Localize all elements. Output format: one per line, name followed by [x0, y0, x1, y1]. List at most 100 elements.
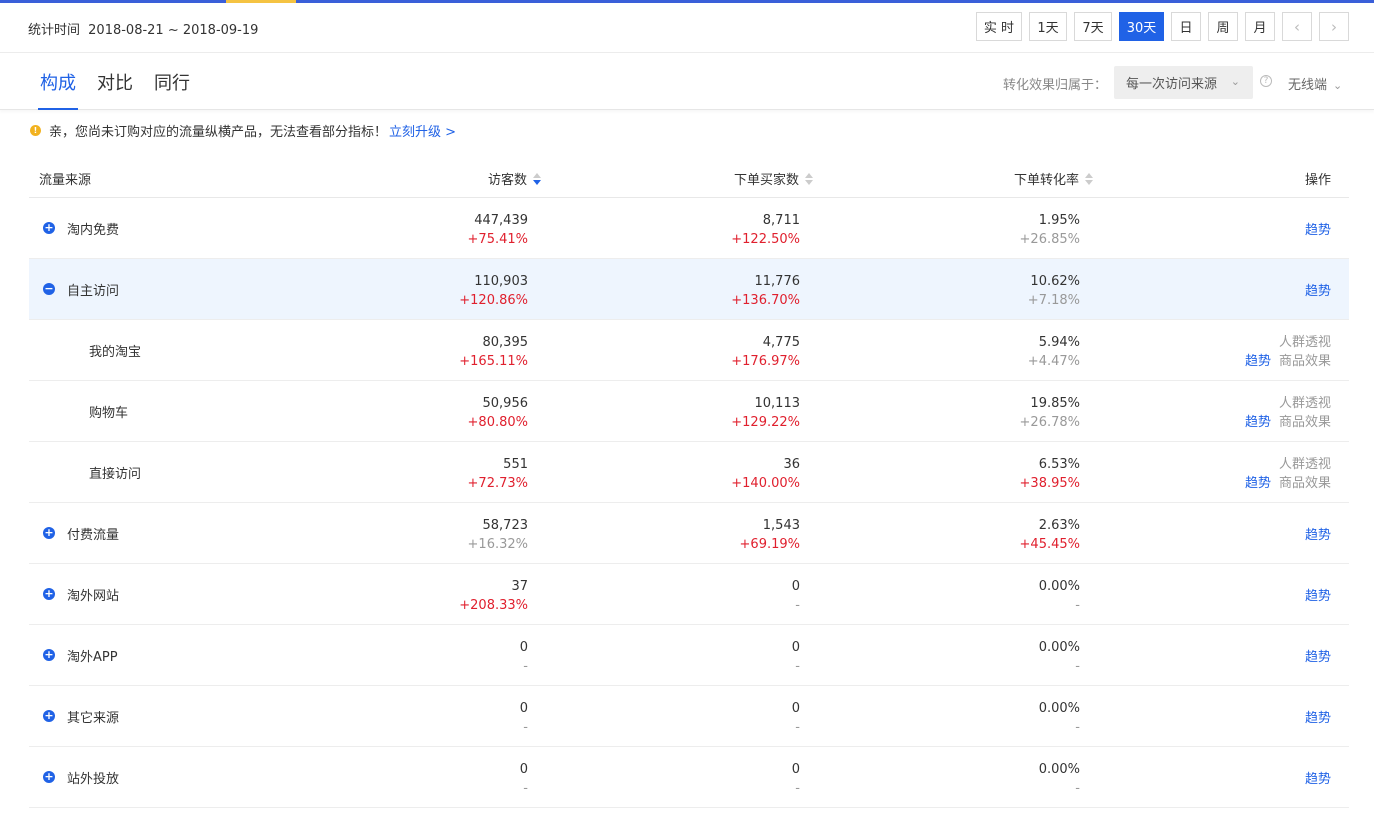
- buyers-change: +136.70%: [731, 293, 800, 308]
- expand-plus-icon[interactable]: +: [43, 222, 55, 234]
- trend-link[interactable]: 趋势: [1305, 772, 1331, 787]
- table-header: 流量来源 访客数 下单买家数 下单转化率 操作: [29, 157, 1349, 198]
- expand-plus-icon[interactable]: +: [43, 649, 55, 661]
- range-button-7day[interactable]: 7天: [1074, 12, 1112, 41]
- warning-icon: !: [30, 125, 41, 136]
- tab-peers[interactable]: 同行: [154, 69, 190, 110]
- question-circle-icon[interactable]: ?: [1260, 75, 1272, 87]
- visitors-change: +120.86%: [459, 293, 528, 308]
- row-actions: 趋势: [1305, 219, 1331, 238]
- visitors-value: 110,903: [474, 274, 528, 289]
- upgrade-link[interactable]: 立刻升级 >: [389, 121, 456, 140]
- source-name: 付费流量: [67, 528, 120, 543]
- product-effect-action[interactable]: 商品效果: [1279, 415, 1331, 430]
- expand-plus-icon[interactable]: +: [43, 710, 55, 722]
- column-header-source: 流量来源: [39, 173, 92, 188]
- source-name: 站外投放: [67, 772, 120, 787]
- rate-value: 10.62%: [1030, 274, 1080, 289]
- period-label: 统计时间: [28, 23, 81, 38]
- device-select[interactable]: 无线端 ⌄: [1288, 74, 1342, 93]
- expand-plus-icon[interactable]: +: [43, 588, 55, 600]
- expand-plus-icon[interactable]: +: [43, 527, 55, 539]
- buyers-value: 36: [783, 457, 800, 472]
- range-button-day[interactable]: 日: [1171, 12, 1201, 41]
- column-header-actions: 操作: [1304, 173, 1331, 188]
- attribution-select[interactable]: 每一次访问来源 ⌄: [1114, 66, 1253, 99]
- crowd-insight-action[interactable]: 人群透视: [1245, 333, 1331, 352]
- row-actions: 趋势: [1305, 585, 1331, 604]
- buyers-cell: 4,775 +176.97%: [731, 333, 800, 371]
- buyers-change: -: [795, 720, 800, 735]
- expand-plus-icon[interactable]: +: [43, 771, 55, 783]
- visitors-change: +165.11%: [459, 354, 528, 369]
- row-actions: 趋势: [1305, 768, 1331, 787]
- source-name: 直接访问: [89, 467, 142, 482]
- visitors-cell: 447,439 +75.41%: [468, 211, 528, 249]
- sort-icon[interactable]: [805, 173, 813, 185]
- range-button-realtime[interactable]: 实 时: [976, 12, 1022, 41]
- column-header-buyers-label: 下单买家数: [733, 173, 799, 188]
- collapse-minus-icon[interactable]: −: [43, 283, 55, 295]
- table-row: 直接访问 551 +72.73% 36 +140.00% 6.53% +38.95% 人群透视…: [29, 442, 1349, 503]
- range-button-month[interactable]: 月: [1245, 12, 1275, 41]
- visitors-cell: 50,956 +80.80%: [468, 394, 528, 432]
- buyers-value: 8,711: [762, 213, 800, 228]
- visitors-cell: 110,903 +120.86%: [459, 272, 528, 310]
- trend-link[interactable]: 趋势: [1305, 650, 1331, 665]
- column-header-rate[interactable]: 下单转化率: [1014, 169, 1093, 188]
- visitors-value: 80,395: [482, 335, 529, 350]
- table-body: + 淘内免费 447,439 +75.41% 8,711 +122.50% 1.95% +26…: [29, 198, 1349, 808]
- trend-link[interactable]: 趋势: [1305, 223, 1331, 238]
- visitors-value: 0: [519, 762, 528, 777]
- crowd-insight-action[interactable]: 人群透视: [1245, 394, 1331, 413]
- period-value: 2018-08-21 ~ 2018-09-19: [88, 23, 259, 38]
- trend-link[interactable]: 趋势: [1305, 711, 1331, 726]
- tab-compare[interactable]: 对比: [97, 69, 133, 110]
- sort-desc-icon[interactable]: [533, 173, 541, 185]
- rate-change: -: [1075, 781, 1080, 796]
- trend-link[interactable]: 趋势: [1305, 528, 1331, 543]
- table-row: + 付费流量 58,723 +16.32% 1,543 +69.19% 2.63% +45.4…: [29, 503, 1349, 564]
- buyers-cell: 0-: [792, 638, 800, 676]
- range-button-week[interactable]: 周: [1208, 12, 1238, 41]
- column-header-visitors[interactable]: 访客数: [488, 169, 541, 188]
- attribution-label: 转化效果归属于：: [1003, 78, 1108, 93]
- buyers-value: 0: [791, 579, 800, 594]
- buyers-cell: 0-: [792, 699, 800, 737]
- next-period-button[interactable]: ›: [1319, 12, 1349, 41]
- rate-cell: 5.94% +4.47%: [1028, 333, 1080, 371]
- range-button-1day[interactable]: 1天: [1029, 12, 1067, 41]
- column-header-buyers[interactable]: 下单买家数: [734, 169, 813, 188]
- buyers-value: 0: [791, 701, 800, 716]
- column-header-visitors-label: 访客数: [487, 173, 527, 188]
- row-actions: 趋势: [1305, 707, 1331, 726]
- product-effect-action[interactable]: 商品效果: [1279, 476, 1331, 491]
- trend-link[interactable]: 趋势: [1305, 589, 1331, 604]
- buyers-change: -: [795, 598, 800, 613]
- buyers-change: +140.00%: [731, 476, 800, 491]
- rate-cell: 0.00% -: [1039, 699, 1080, 737]
- prev-period-button[interactable]: ‹: [1282, 12, 1312, 41]
- visitors-cell: 0-: [520, 699, 528, 737]
- trend-link[interactable]: 趋势: [1245, 415, 1271, 430]
- trend-link[interactable]: 趋势: [1245, 476, 1271, 491]
- table-row: + 淘外APP 0-0-0.00% - 趋势: [29, 625, 1349, 686]
- rate-change: +7.18%: [1027, 293, 1080, 308]
- buyers-change: -: [795, 659, 800, 674]
- period-display: 统计时间 2018-08-21 ~ 2018-09-19: [28, 19, 262, 38]
- source-name: 淘内免费: [67, 223, 120, 238]
- rate-change: +26.85%: [1019, 232, 1080, 247]
- visitors-cell: 80,395 +165.11%: [459, 333, 528, 371]
- visitors-cell: 0-: [520, 638, 528, 676]
- tab-composition[interactable]: 构成: [38, 69, 78, 110]
- product-effect-action[interactable]: 商品效果: [1279, 354, 1331, 369]
- visitors-change: +80.80%: [467, 415, 528, 430]
- range-button-30day[interactable]: 30天: [1119, 12, 1164, 41]
- buyers-change: +129.22%: [731, 415, 800, 430]
- crowd-insight-action[interactable]: 人群透视: [1245, 455, 1331, 474]
- row-actions: 人群透视趋势 商品效果: [1245, 333, 1331, 371]
- visitors-value: 551: [503, 457, 528, 472]
- trend-link[interactable]: 趋势: [1245, 354, 1271, 369]
- trend-link[interactable]: 趋势: [1305, 284, 1331, 299]
- sort-icon[interactable]: [1085, 173, 1093, 185]
